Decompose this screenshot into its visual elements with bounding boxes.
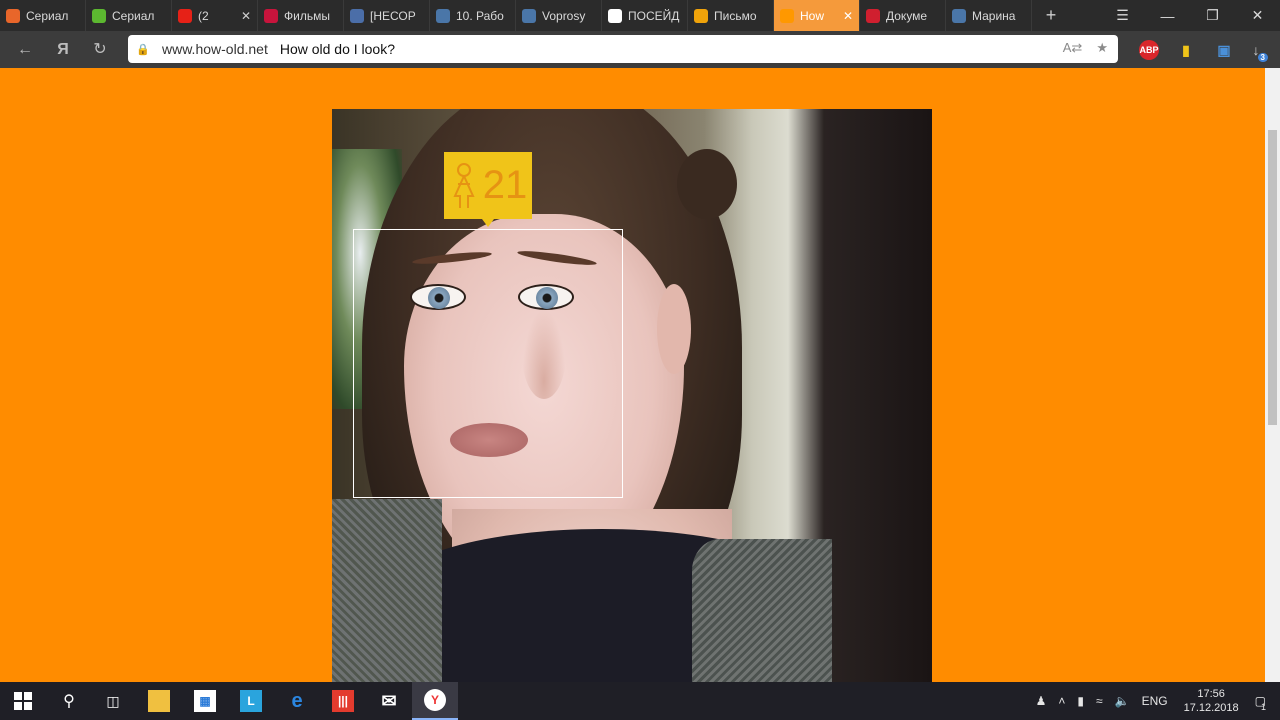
browser-tab[interactable]: ПОСЕЙД — [602, 0, 688, 31]
female-icon — [453, 162, 475, 208]
start-button[interactable] — [0, 682, 46, 720]
tab-label: ПОСЕЙД — [628, 8, 680, 23]
picture-extension-icon[interactable]: ▣ — [1214, 40, 1234, 60]
age-estimate-tag: 21 — [444, 152, 532, 227]
action-center-icon[interactable]: ▢ 1 — [1255, 694, 1266, 712]
yandex-browser-icon[interactable]: Y — [412, 682, 458, 720]
close-window-button[interactable]: ✕ — [1235, 0, 1280, 31]
volume-icon[interactable]: 🔈 — [1115, 694, 1130, 708]
scrollbar-thumb[interactable] — [1268, 130, 1277, 425]
search-icon[interactable]: ⚲ — [46, 682, 92, 720]
browser-tab[interactable]: (2 ✕ — [172, 0, 258, 31]
page-content: 21 — [0, 68, 1265, 682]
downloads-icon[interactable]: ↓ 3 — [1244, 40, 1268, 62]
restore-button[interactable]: ❐ — [1190, 0, 1235, 31]
chevron-up-icon[interactable]: ˄ — [1058, 694, 1065, 708]
tab-label: [НЕСОР — [370, 8, 416, 23]
reload-button[interactable]: ↻ — [89, 39, 111, 61]
red-app-icon[interactable]: ||| — [320, 682, 366, 720]
battery-saver-icon[interactable]: ▮ — [1176, 40, 1196, 60]
clock[interactable]: 17:56 17.12.2018 — [1184, 687, 1239, 715]
tab-label: Сериал — [112, 8, 155, 23]
close-tab-icon[interactable]: ✕ — [843, 9, 853, 23]
window-controls: ☰ — ❐ ✕ — [1100, 0, 1280, 31]
flame-icon — [6, 8, 20, 23]
mail-icon — [694, 8, 708, 23]
browser-menu-icon[interactable]: ☰ — [1100, 0, 1145, 31]
tab-label: Письмо — [714, 8, 757, 23]
tab-label: 10. Рабо — [456, 8, 504, 23]
tab-label: Докуме — [886, 8, 928, 23]
vk-icon — [952, 8, 966, 23]
browser-toolbar: ← Я ↻ 🔒 www.how-old.net How old do I loo… — [0, 31, 1280, 68]
browser-tab[interactable]: Voprosy — [516, 0, 602, 31]
browser-tab[interactable]: Сериал — [86, 0, 172, 31]
clock-date: 17.12.2018 — [1183, 702, 1239, 714]
browser-tab[interactable]: Марина — [946, 0, 1032, 31]
face-icon — [780, 8, 794, 23]
back-button[interactable]: ← — [14, 39, 36, 61]
address-bar[interactable]: 🔒 www.how-old.net How old do I look? A⇄ … — [128, 35, 1118, 63]
tab-label: How — [800, 8, 825, 23]
downloads-badge: 3 — [1257, 53, 1268, 62]
tab-label: Сериал — [26, 8, 69, 23]
file-explorer-icon[interactable] — [136, 682, 182, 720]
browser-tab[interactable]: Докуме — [860, 0, 946, 31]
browser-tab[interactable]: Письмо — [688, 0, 774, 31]
tab-label: Voprosy — [542, 8, 586, 23]
task-view-icon[interactable]: ◫ — [90, 682, 136, 720]
address-url: www.how-old.net — [162, 41, 268, 57]
language-indicator[interactable]: ENG — [1142, 694, 1168, 708]
eye-icon — [264, 8, 278, 23]
browser-tab[interactable]: How ✕ — [774, 0, 860, 31]
age-value: 21 — [482, 163, 528, 207]
browser-tab[interactable]: Сериал — [0, 0, 86, 31]
wifi-icon[interactable]: ≈ — [1096, 694, 1103, 708]
ear — [657, 284, 691, 374]
people-icon[interactable]: ♟ — [1036, 694, 1047, 708]
translate-icon[interactable]: A⇄ — [1063, 40, 1083, 56]
tab-strip: Сериал Сериал (2 ✕ Фильмы [НЕСОР 10. Рабо Vopro… — [0, 0, 1280, 31]
tab-label: (2 — [198, 8, 209, 23]
vk-icon — [522, 8, 536, 23]
hd-icon — [92, 8, 106, 23]
analyzed-photo: 21 — [332, 109, 932, 682]
minimize-button[interactable]: — — [1145, 0, 1190, 31]
browser-tab[interactable]: [НЕСОР — [344, 0, 430, 31]
edge-icon[interactable]: e — [274, 682, 320, 720]
face-detection-box — [353, 229, 623, 498]
store-icon[interactable]: ▦ — [182, 682, 228, 720]
close-tab-icon[interactable]: ✕ — [241, 9, 251, 23]
system-tray: ♟ ˄ ▮ ≈ 🔈 ENG 17:56 17.12.2018 ▢ 1 — [1030, 682, 1280, 720]
lock-icon: 🔒 — [136, 43, 150, 56]
l-app-icon[interactable]: L — [228, 682, 274, 720]
adblock-icon[interactable]: ABP — [1139, 40, 1159, 60]
browser-tab[interactable]: Фильмы — [258, 0, 344, 31]
mail-icon[interactable]: ✉ — [366, 682, 412, 720]
x-circle-icon — [608, 8, 622, 23]
windows-taskbar: ⚲ ◫ ▦ L e ||| ✉ Y ♟ ˄ ▮ ≈ 🔈 ENG 17:56 17… — [0, 682, 1280, 720]
knit-sweater-left — [332, 499, 442, 682]
clock-time: 17:56 — [1197, 688, 1225, 700]
browser-tab[interactable]: 10. Рабо — [430, 0, 516, 31]
new-tab-button[interactable]: + — [1036, 5, 1066, 26]
hair-bun — [677, 149, 737, 219]
notification-count: 1 — [1260, 702, 1266, 712]
page-scrollbar[interactable] — [1265, 68, 1280, 682]
youtube-icon — [178, 8, 192, 23]
tab-label: Фильмы — [284, 8, 330, 23]
battery-icon[interactable]: ▮ — [1077, 694, 1084, 708]
address-page-title: How old do I look? — [279, 41, 396, 57]
windows-logo-icon — [14, 692, 32, 710]
tab-label: Марина — [972, 8, 1016, 23]
knit-sweater-right — [692, 539, 832, 682]
vk-icon — [436, 8, 450, 23]
yandex-home-button[interactable]: Я — [52, 39, 74, 61]
bookmark-star-icon[interactable]: ★ — [1096, 40, 1108, 56]
s-icon — [350, 8, 364, 23]
doc-icon — [866, 8, 880, 23]
